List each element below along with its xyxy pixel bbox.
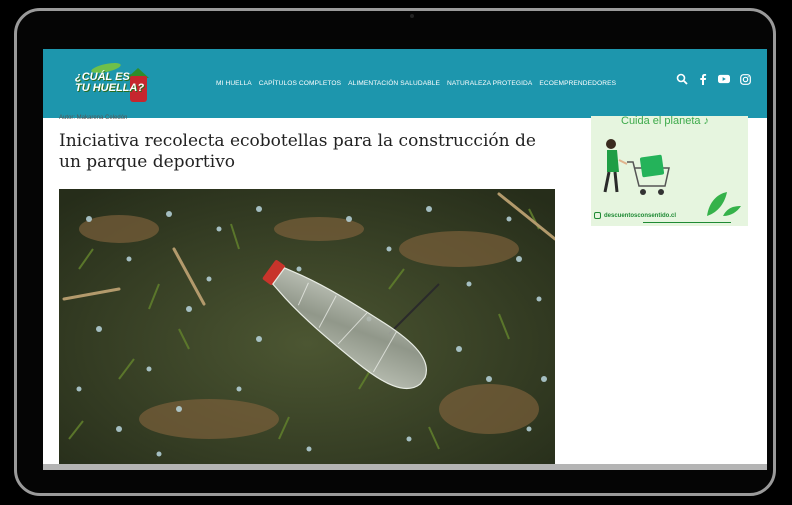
ad-underline [643, 222, 731, 223]
search-icon[interactable] [676, 73, 688, 85]
camera-dot [410, 14, 414, 18]
plastic-bottle-photo [59, 189, 555, 470]
instagram-icon [594, 212, 601, 219]
menu-item-capitulos[interactable]: CAPÍTULOS COMPLETOS [259, 80, 341, 87]
leaf-icon [707, 192, 741, 216]
site-header: ¿CUÁL ES TU HUELLA? MI HUELLA CAPÍTULOS … [43, 49, 767, 118]
menu-item-alimentacion[interactable]: ALIMENTACIÓN SALUDABLE [348, 80, 440, 87]
ad-handle: descuentosconsentido.cl [604, 212, 677, 219]
menu-item-naturaleza[interactable]: NATURALEZA PROTEGIDA [447, 80, 532, 87]
menu-item-mi-huella[interactable]: MI HUELLA [216, 80, 252, 87]
browser-viewport: ¿CUÁL ES TU HUELLA? MI HUELLA CAPÍTULOS … [43, 49, 767, 470]
shopping-cart-illustration [603, 139, 670, 195]
article-author: Autor: Makarena Celedón [59, 115, 128, 121]
youtube-icon[interactable] [718, 73, 730, 85]
menu-item-ecoemprendedores[interactable]: ECOEMPRENDEDORES [539, 80, 616, 87]
ad-instagram-link[interactable]: descuentosconsentido.cl [594, 212, 676, 219]
logo-text: ¿CUÁL ES TU HUELLA? [75, 72, 144, 94]
instagram-icon[interactable] [739, 73, 751, 85]
facebook-icon[interactable] [697, 73, 709, 85]
site-logo[interactable]: ¿CUÁL ES TU HUELLA? [75, 60, 149, 110]
bottom-overlay-bar [43, 464, 767, 470]
article-hero-image [59, 189, 555, 470]
ad-headline: Cuida el planeta ♪ [621, 116, 710, 127]
header-icons [676, 73, 751, 85]
sidebar-ad[interactable]: Cuida el planeta ♪ descuentosconsentido.… [591, 116, 748, 226]
logo-line-2: TU HUELLA? [75, 82, 145, 94]
main-menu: MI HUELLA CAPÍTULOS COMPLETOS ALIMENTACI… [216, 80, 616, 87]
article-title: Iniciativa recolecta ecobotellas para la… [59, 131, 536, 172]
